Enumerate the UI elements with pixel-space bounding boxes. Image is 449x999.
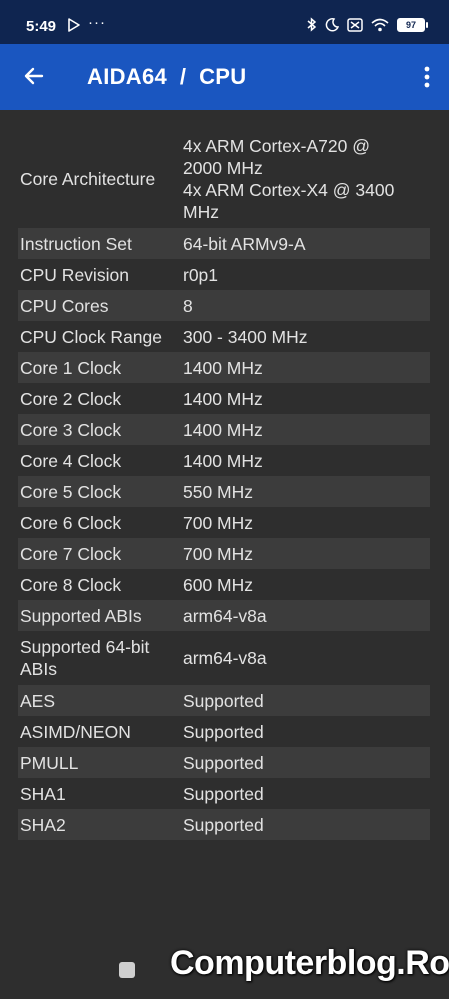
table-row: Core 4 Clock 1400 MHz [18,445,430,476]
row-value: 1400 MHz [183,357,263,378]
row-label: PMULL [20,752,79,773]
row-label: Core 5 Clock [20,481,122,502]
row-value: 700 MHz [183,512,254,533]
table-row: SHA1 Supported [18,778,430,809]
row-value: 700 MHz [183,543,254,564]
page-title: AIDA64 / CPU [87,64,247,89]
wifi-icon [371,18,389,31]
row-value: 1400 MHz [183,419,263,440]
row-value: 1400 MHz [183,450,263,471]
battery-indicator: 97 [397,17,428,32]
row-label-line: ABIs [20,659,57,679]
table-row: SHA2 Supported [18,809,430,840]
row-label: AES [20,690,56,711]
row-label: SHA2 [20,814,66,835]
row-value-line: 4x ARM Cortex-A720 @ [183,136,370,156]
more-notifications-icon: ··· [88,14,106,31]
row-value: Supported [183,721,264,742]
row-value: 64-bit ARMv9-A [183,233,306,254]
bluetooth-icon [307,17,317,32]
row-label: CPU Cores [20,295,109,316]
row-value: Supported [183,814,264,835]
row-label: Core 1 Clock [20,357,122,378]
row-label: Core 3 Clock [20,419,122,440]
battery-level: 97 [405,19,416,30]
row-label: CPU Revision [20,264,129,285]
overflow-menu-icon[interactable] [419,62,435,92]
row-value: arm64-v8a [183,605,267,626]
row-value: 4x ARM Cortex-A720 @ 2000 MHz 4x ARM Cor… [183,135,430,223]
table-row: CPU Clock Range 300 - 3400 MHz [18,321,430,352]
row-label: Core 2 Clock [20,388,122,409]
table-row: Core 6 Clock 700 MHz [18,507,430,538]
row-label: Supported ABIs [20,605,142,626]
row-value: 8 [183,295,193,316]
row-label: Core 7 Clock [20,543,122,564]
do-not-disturb-moon-icon [325,17,339,31]
row-label: Core 8 Clock [20,574,122,595]
table-row: Core Architecture 4x ARM Cortex-A720 @ 2… [18,130,430,228]
table-row: Core 1 Clock 1400 MHz [18,352,430,383]
row-label: SHA1 [20,783,66,804]
status-time: 5:49 [26,18,57,35]
back-arrow-icon[interactable] [18,60,50,92]
app-bar: AIDA64 / CPU [0,44,449,110]
row-value: 300 - 3400 MHz [183,326,308,347]
row-label: Core 6 Clock [20,512,122,533]
table-row: ASIMD/NEON Supported [18,716,430,747]
row-label: ASIMD/NEON [20,721,131,742]
table-row: Supported ABIs arm64-v8a [18,600,430,631]
recent-apps-button[interactable] [119,962,135,978]
table-row: Core 5 Clock 550 MHz [18,476,430,507]
row-value: 600 MHz [183,574,254,595]
play-store-icon [68,18,80,32]
table-row: Instruction Set 64-bit ARMv9-A [18,228,430,259]
row-label: Supported 64-bit ABIs [18,636,183,680]
table-row: Core 7 Clock 700 MHz [18,538,430,569]
row-value: Supported [183,752,264,773]
row-label-line: Supported 64-bit [20,637,150,657]
row-value: r0p1 [183,264,219,285]
status-bar: 5:49 ··· 97 [0,0,449,44]
row-label: Instruction Set [20,233,132,254]
cpu-info-table: Core Architecture 4x ARM Cortex-A720 @ 2… [18,130,430,840]
row-label: Core Architecture [20,169,156,189]
row-value-line: 4x ARM Cortex-X4 @ 3400 [183,180,395,200]
table-row: AES Supported [18,685,430,716]
table-row: Core 3 Clock 1400 MHz [18,414,430,445]
status-icons: 97 [307,17,428,32]
no-sim-icon [347,17,363,32]
row-value: 1400 MHz [183,388,263,409]
table-row: Supported 64-bit ABIs arm64-v8a [18,631,430,685]
row-value: Supported [183,783,264,804]
watermark: Computerblog.Ro [170,944,449,982]
table-row: CPU Cores 8 [18,290,430,321]
row-value: 550 MHz [183,481,254,502]
table-row: Core 8 Clock 600 MHz [18,569,430,600]
table-row: CPU Revision r0p1 [18,259,430,290]
table-row: PMULL Supported [18,747,430,778]
row-value: Supported [183,690,264,711]
row-value: arm64-v8a [183,648,267,668]
row-label: Core 4 Clock [20,450,122,471]
row-value-line: MHz [183,202,219,222]
row-value-line: 2000 MHz [183,158,263,178]
row-label: CPU Clock Range [20,326,162,347]
table-row: Core 2 Clock 1400 MHz [18,383,430,414]
